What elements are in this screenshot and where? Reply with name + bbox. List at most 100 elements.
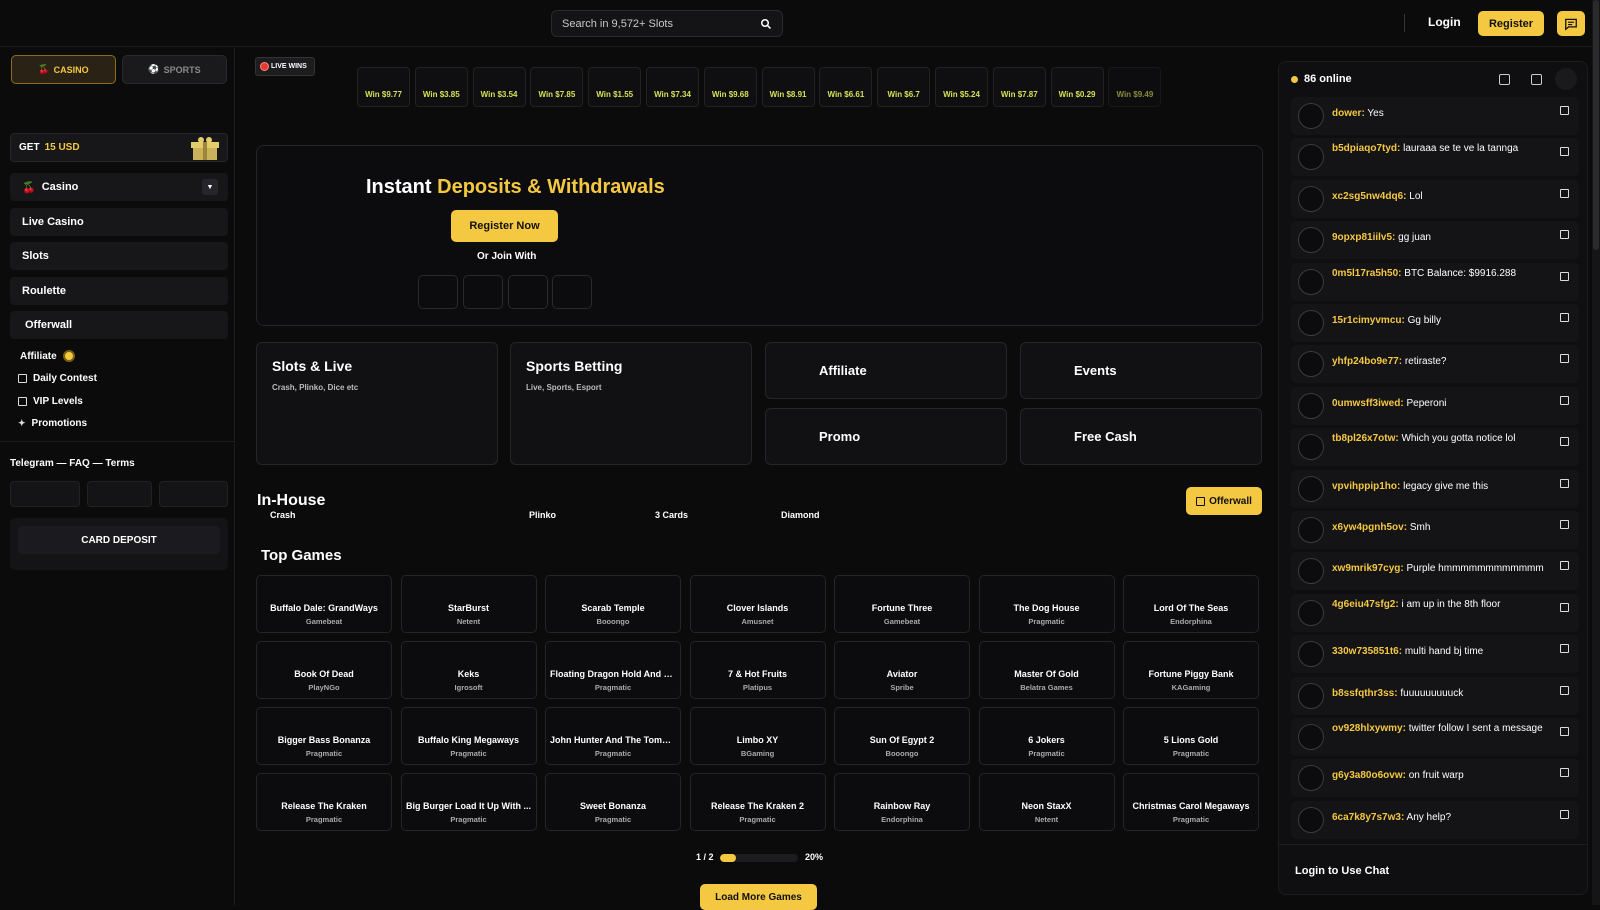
avatar[interactable] (1298, 227, 1324, 254)
avatar[interactable] (1298, 806, 1324, 833)
card-free-cash[interactable]: Free Cash (1020, 408, 1262, 465)
social-login-button-4[interactable] (552, 275, 592, 309)
tab-casino[interactable]: 🍒 CASINO (11, 55, 116, 84)
tip-icon[interactable] (1560, 354, 1569, 364)
game-card[interactable]: Clover Islands Amusnet (689, 575, 826, 633)
card-deposit-button[interactable]: CARD DEPOSIT (18, 526, 220, 554)
settings-icon[interactable] (1531, 74, 1542, 85)
avatar[interactable] (1298, 724, 1324, 750)
footer-links[interactable]: Telegram — FAQ — Terms (10, 458, 135, 469)
tip-icon[interactable] (1560, 313, 1569, 322)
register-button[interactable]: Register (1478, 11, 1544, 36)
chat-username[interactable]: b8ssfqthr3ss: (1332, 688, 1398, 699)
avatar[interactable] (1298, 310, 1324, 336)
game-card[interactable]: StarBurst Netent (400, 575, 537, 633)
avatar[interactable] (1298, 517, 1324, 543)
card-slots-live[interactable]: Slots & Live Crash, Plinko, Dice etc (256, 342, 498, 465)
sidebar-item-slots[interactable]: Slots (10, 242, 228, 270)
avatar[interactable] (1298, 144, 1324, 171)
game-card[interactable]: Lord Of The Seas Endorphina (1123, 575, 1259, 633)
chevron-down-icon[interactable]: ▼ (202, 179, 218, 195)
bonus-banner[interactable]: GET 15 USD (10, 133, 228, 162)
game-card[interactable]: The Dog House Pragmatic (978, 575, 1115, 633)
sidebar-sub-vip-levels[interactable]: VIP Levels (18, 396, 83, 407)
search-input[interactable] (562, 17, 760, 30)
chat-username[interactable]: 9opxp81iilv5: (1332, 232, 1395, 243)
search-icon[interactable] (760, 18, 772, 30)
tip-icon[interactable] (1560, 520, 1569, 529)
inhouse-tab-crash[interactable]: Crash (270, 510, 296, 520)
avatar[interactable] (1298, 434, 1324, 461)
sidebar-item-casino[interactable]: 🍒 Casino ▼ (10, 173, 228, 201)
login-link[interactable]: Login (1428, 15, 1461, 29)
chat-toggle-button[interactable] (1557, 11, 1585, 36)
chat-username[interactable]: 6ca7k8y7s7w3: (1332, 812, 1404, 823)
live-win-chip[interactable]: Win $9.49 (1108, 67, 1162, 107)
game-card[interactable]: Buffalo King Megaways Pragmatic (400, 707, 537, 765)
avatar[interactable] (1298, 268, 1324, 295)
game-card[interactable]: 6 Jokers Pragmatic (978, 707, 1115, 765)
chat-username[interactable]: g6y3a80o6ovw: (1332, 770, 1406, 781)
tip-icon[interactable] (1560, 271, 1569, 281)
tip-icon[interactable] (1560, 106, 1569, 115)
sidebar-sub-promotions[interactable]: ✦ Promotions (18, 418, 87, 429)
inhouse-tab-plinko[interactable]: Plinko (529, 510, 556, 520)
social-button-3[interactable] (159, 481, 228, 507)
tip-icon[interactable] (1560, 727, 1569, 736)
sidebar-sub-daily-contest[interactable]: Daily Contest (18, 373, 97, 384)
avatar[interactable] (1298, 392, 1324, 419)
card-events[interactable]: Events (1020, 342, 1262, 399)
avatar[interactable] (1298, 558, 1324, 585)
search-box[interactable] (551, 10, 783, 37)
social-button-2[interactable] (87, 481, 152, 507)
live-win-chip[interactable]: Win $3.85 (414, 67, 468, 107)
sidebar-sub-affiliate[interactable]: Affiliate (20, 350, 75, 362)
tip-icon[interactable] (1560, 685, 1569, 695)
live-win-chip[interactable]: Win $9.68 (703, 67, 757, 107)
rules-icon[interactable] (1499, 74, 1510, 85)
chat-username[interactable]: 0m5l17ra5h50: (1332, 268, 1402, 279)
game-card[interactable]: Rainbow Ray Endorphina (834, 773, 970, 831)
game-card[interactable]: John Hunter And The Tomb ... Pragmatic (545, 707, 681, 765)
chat-username[interactable]: 15r1cimyvmcu: (1332, 315, 1405, 326)
sidebar-item-roulette[interactable]: Roulette (10, 277, 228, 305)
avatar[interactable] (1298, 103, 1324, 129)
live-win-chip[interactable]: Win $5.24 (935, 67, 988, 107)
tip-icon[interactable] (1560, 809, 1569, 819)
live-win-chip[interactable]: Win $7.85 (530, 67, 584, 107)
avatar[interactable] (1298, 185, 1324, 212)
social-login-button-1[interactable] (418, 275, 458, 309)
game-card[interactable]: Floating Dragon Hold And S... Pragmatic (545, 641, 681, 699)
game-card[interactable]: Book Of Dead PlayNGo (256, 641, 392, 699)
game-card[interactable]: Bigger Bass Bonanza Pragmatic (256, 707, 392, 765)
inhouse-tab-diamond[interactable]: Diamond (781, 510, 820, 520)
tip-icon[interactable] (1560, 395, 1569, 405)
game-card[interactable]: Fortune Three Gamebeat (834, 575, 970, 633)
chat-username[interactable]: 0umwsff3iwed: (1332, 398, 1404, 409)
game-card[interactable]: Release The Kraken 2 Pragmatic (689, 773, 826, 831)
avatar[interactable] (1298, 351, 1324, 378)
game-card[interactable]: Aviator Spribe (834, 641, 970, 699)
live-win-chip[interactable]: Win $3.54 (472, 67, 526, 107)
chat-username[interactable]: dower: (1332, 108, 1365, 119)
chat-username[interactable]: ov928hlxywmy: (1332, 723, 1406, 734)
game-card[interactable]: Buffalo Dale: GrandWays Gamebeat (256, 575, 392, 633)
tip-icon[interactable] (1560, 768, 1569, 778)
register-now-button[interactable]: Register Now (451, 210, 558, 242)
close-chat-icon[interactable] (1555, 68, 1577, 90)
page-scrollbar-thumb[interactable] (1593, 0, 1599, 250)
game-card[interactable]: Master Of Gold Belatra Games (978, 641, 1115, 699)
game-card[interactable]: Limbo XY BGaming (689, 707, 826, 765)
social-button-1[interactable] (10, 481, 80, 507)
chat-username[interactable]: x6yw4pgnh5ov: (1332, 522, 1407, 533)
social-login-button-2[interactable] (463, 275, 503, 309)
game-card[interactable]: Christmas Carol Megaways Pragmatic (1123, 773, 1259, 831)
avatar[interactable] (1298, 682, 1324, 709)
avatar[interactable] (1298, 599, 1324, 626)
tip-icon[interactable] (1560, 561, 1569, 571)
tab-sports[interactable]: ⚽ SPORTS (122, 55, 227, 84)
load-more-button[interactable]: Load More Games (700, 884, 817, 910)
avatar[interactable] (1298, 765, 1324, 792)
tip-icon[interactable] (1560, 437, 1569, 447)
tip-icon[interactable] (1560, 230, 1569, 240)
